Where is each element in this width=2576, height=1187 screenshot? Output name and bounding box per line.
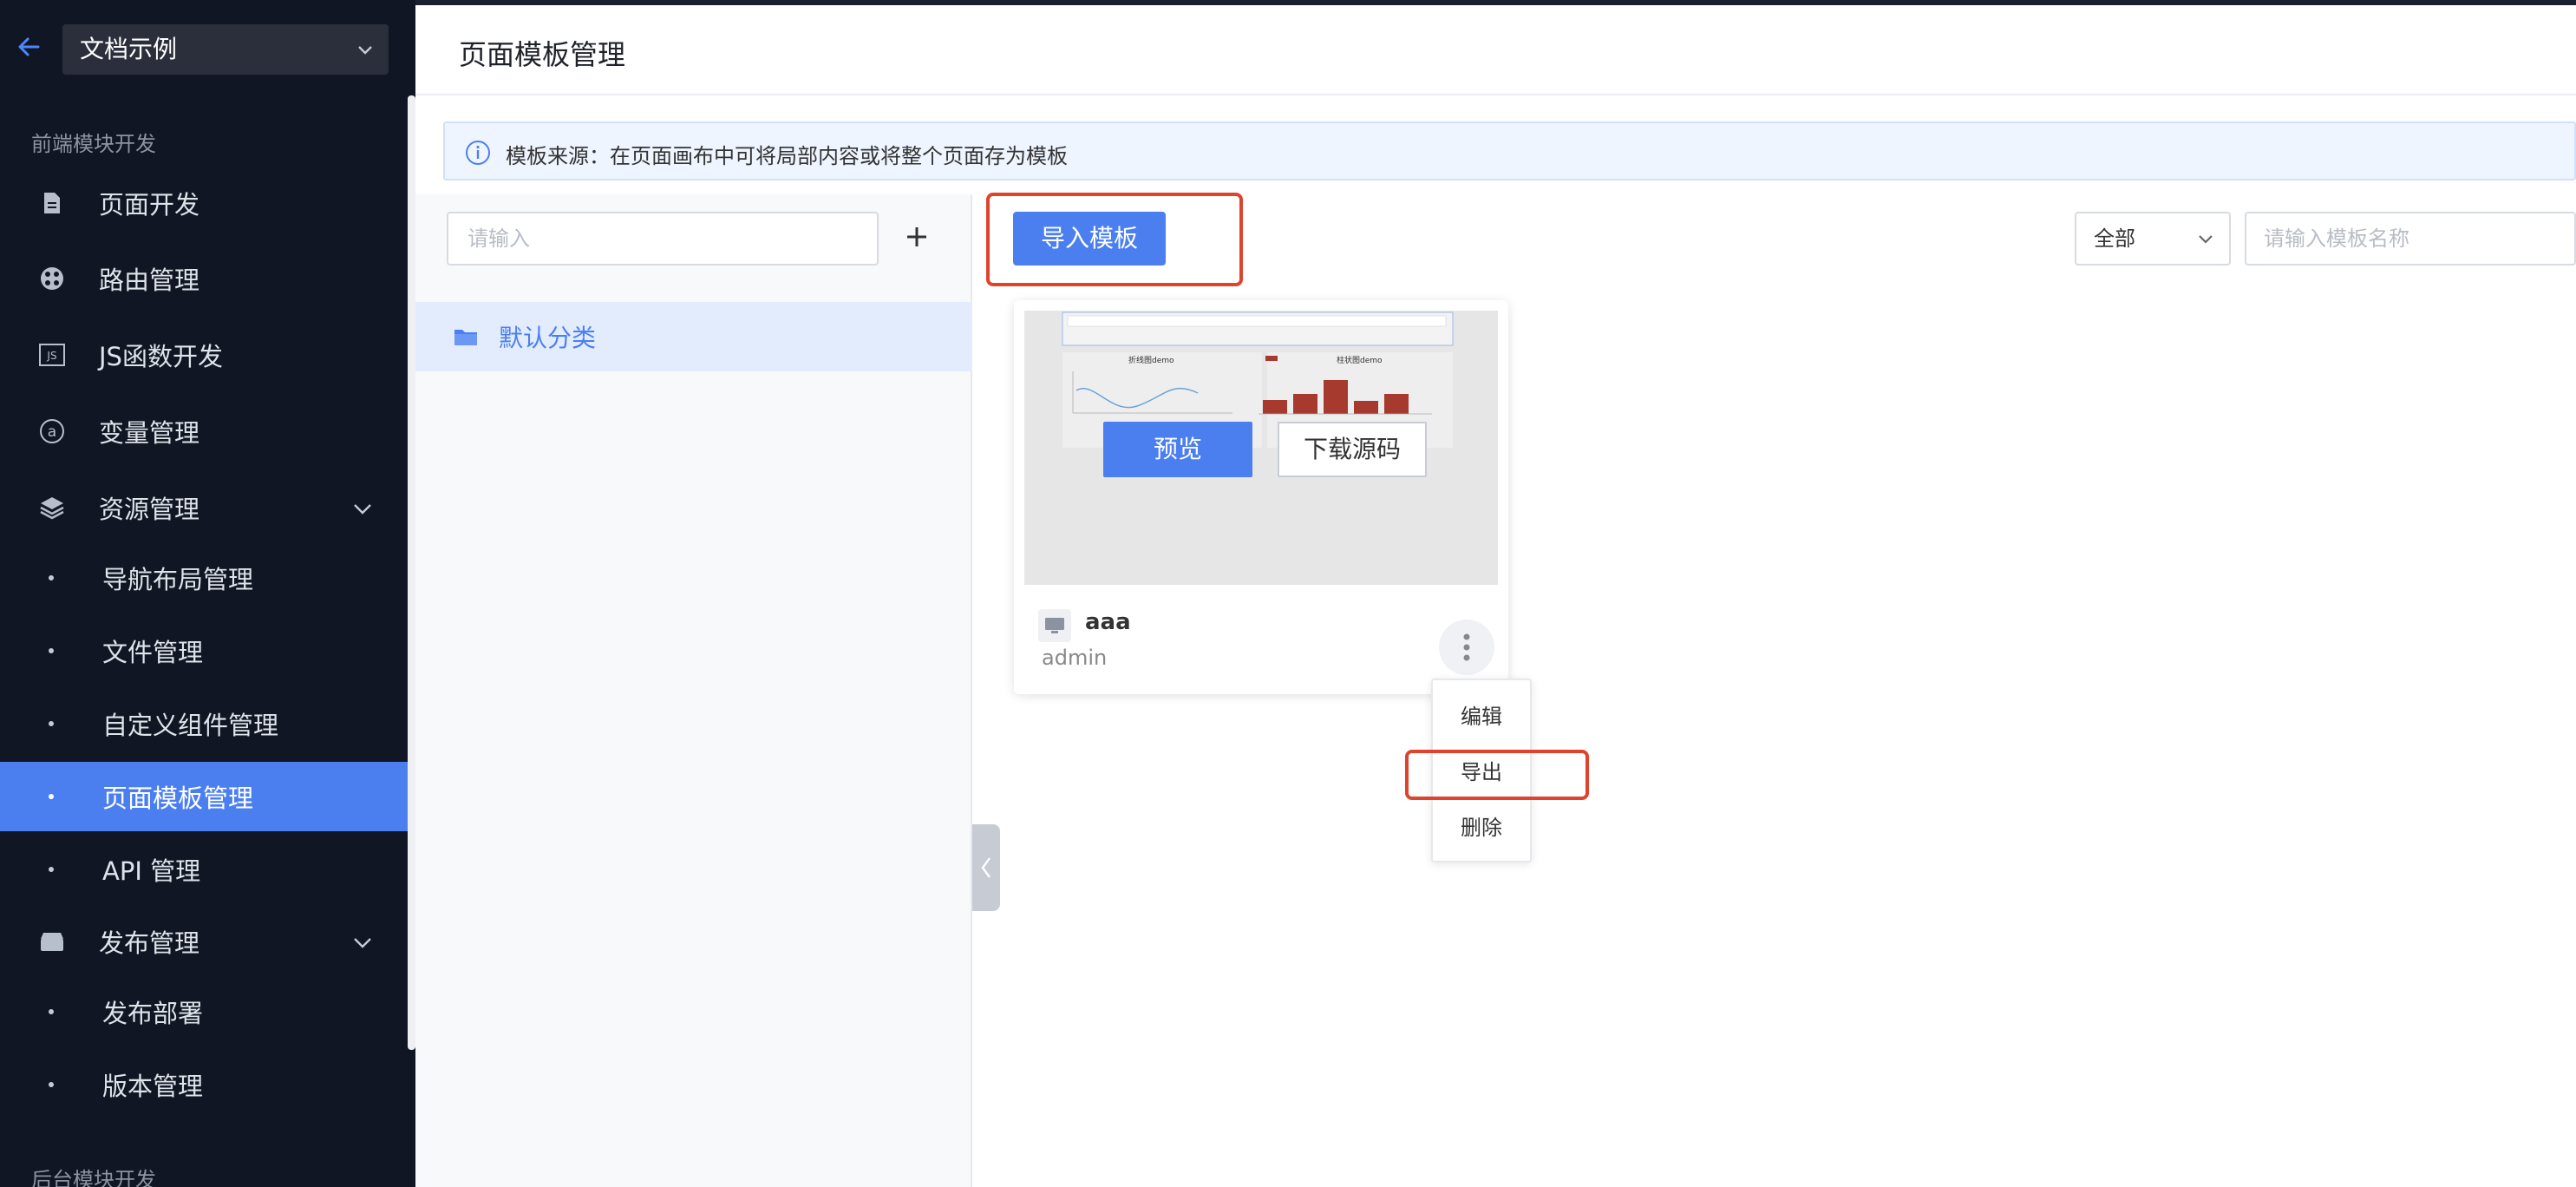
more-vertical-icon <box>1463 633 1470 661</box>
sidebar: 文档示例 前端模块开发 页面开发 路由管理 JS JS函数开发 a 变量管理 资… <box>0 0 415 1187</box>
template-name: aaa <box>1085 609 1131 635</box>
back-arrow-icon[interactable] <box>12 30 47 64</box>
highlight-export <box>1405 750 1589 800</box>
info-banner: 模板来源：在页面画布中可将局部内容或将整个页面存为模板 <box>443 121 2576 180</box>
bullet-icon <box>49 867 54 872</box>
sidebar-item-label: 页面开发 <box>99 190 200 220</box>
sidebar-item-label: 发布管理 <box>99 928 200 958</box>
plus-icon <box>907 227 926 246</box>
sidebar-subitem-label: 版本管理 <box>102 1072 204 1101</box>
sidebar-item-label: 变量管理 <box>99 418 200 448</box>
import-template-button[interactable]: 导入模板 <box>1013 212 1166 266</box>
bullet-icon <box>49 1082 54 1087</box>
sidebar-subitem-label: 发布部署 <box>102 999 204 1028</box>
section-backend-title: 后台模块开发 <box>31 1168 156 1187</box>
monitor-icon <box>1038 609 1071 642</box>
sidebar-scrollbar[interactable] <box>408 95 415 1050</box>
sidebar-subitem-deploy[interactable]: 发布部署 <box>0 977 408 1046</box>
sidebar-subitem-custom-components[interactable]: 自定义组件管理 <box>0 689 408 758</box>
thumbnail-preview-image: 折线图demo 柱状图demo <box>1024 311 1498 585</box>
app-root: 文档示例 前端模块开发 页面开发 路由管理 JS JS函数开发 a 变量管理 资… <box>0 0 2576 1187</box>
svg-text:a: a <box>48 423 56 441</box>
project-select-value: 文档示例 <box>80 35 178 63</box>
menu-item-delete[interactable]: 删除 <box>1433 800 1530 856</box>
sidebar-item-variables[interactable]: a 变量管理 <box>0 397 408 466</box>
page-header: 页面模板管理 <box>415 5 2576 95</box>
template-owner: admin <box>1042 646 1108 670</box>
js-icon: JS <box>36 339 68 371</box>
archive-icon <box>36 926 68 957</box>
chevron-down-icon <box>354 504 371 515</box>
at-icon: a <box>36 416 68 447</box>
sidebar-item-route[interactable]: 路由管理 <box>0 244 408 313</box>
document-icon <box>36 187 68 219</box>
project-select[interactable]: 文档示例 <box>62 24 389 75</box>
thumbnail-line-title: 折线图demo <box>1128 355 1174 365</box>
bullet-icon <box>49 575 54 580</box>
sidebar-subitem-nav-layout[interactable]: 导航布局管理 <box>0 543 408 613</box>
route-icon <box>36 263 68 294</box>
sidebar-item-label: 资源管理 <box>99 495 200 524</box>
sidebar-subitem-versions[interactable]: 版本管理 <box>0 1050 408 1119</box>
download-source-button[interactable]: 下载源码 <box>1278 422 1427 477</box>
layers-icon <box>36 492 68 523</box>
category-item-default[interactable]: 默认分类 <box>415 302 972 371</box>
category-search-input[interactable]: 请输入 <box>447 212 879 266</box>
template-thumbnail: 折线图demo 柱状图demo 预览 下载源码 <box>1024 311 1498 585</box>
bullet-icon <box>49 721 54 726</box>
category-label: 默认分类 <box>499 324 597 352</box>
chevron-left-icon <box>981 857 991 878</box>
chevron-down-icon <box>2199 235 2213 244</box>
folder-icon <box>454 330 477 345</box>
chevron-down-icon <box>358 46 372 55</box>
sidebar-subitem-page-templates[interactable]: 页面模板管理 <box>0 762 408 831</box>
sidebar-subitem-label: API 管理 <box>102 856 201 886</box>
bullet-icon <box>49 1009 54 1014</box>
bullet-icon <box>49 648 54 653</box>
add-category-button[interactable] <box>899 219 935 255</box>
sidebar-subitem-label: 自定义组件管理 <box>102 711 279 740</box>
sidebar-subitem-api[interactable]: API 管理 <box>0 835 408 904</box>
template-card[interactable]: 折线图demo 柱状图demo 预览 下载源码 aaa admin <box>1014 300 1508 694</box>
sidebar-item-label: JS函数开发 <box>99 342 223 371</box>
thumbnail-bar-title: 柱状图demo <box>1337 355 1383 365</box>
template-name-search-input[interactable]: 请输入模板名称 <box>2245 212 2576 266</box>
sidebar-item-js[interactable]: JS JS函数开发 <box>0 320 408 390</box>
more-actions-button[interactable] <box>1439 620 1494 675</box>
filter-select-value: 全部 <box>2094 226 2135 251</box>
template-filter-select[interactable]: 全部 <box>2075 212 2231 266</box>
sidebar-subitem-label: 页面模板管理 <box>102 784 254 813</box>
page-title: 页面模板管理 <box>459 38 626 71</box>
svg-text:JS: JS <box>46 350 56 362</box>
info-icon <box>466 141 490 165</box>
bullet-icon <box>49 794 54 799</box>
sidebar-subitem-label: 文件管理 <box>102 638 204 667</box>
info-text: 模板来源：在页面画布中可将局部内容或将整个页面存为模板 <box>506 144 1068 168</box>
sidebar-item-resources[interactable]: 资源管理 <box>0 473 408 542</box>
sidebar-subitem-files[interactable]: 文件管理 <box>0 616 408 685</box>
sidebar-item-label: 路由管理 <box>99 266 200 295</box>
sidebar-subitem-label: 导航布局管理 <box>102 565 254 594</box>
sidebar-item-page-dev[interactable]: 页面开发 <box>0 168 408 238</box>
menu-item-edit[interactable]: 编辑 <box>1433 689 1530 744</box>
chevron-down-icon <box>354 938 371 948</box>
sidebar-item-publish[interactable]: 发布管理 <box>0 907 408 976</box>
category-panel: 请输入 默认分类 <box>415 194 972 1187</box>
preview-button[interactable]: 预览 <box>1103 422 1252 477</box>
section-frontend-title: 前端模块开发 <box>31 132 156 156</box>
collapse-panel-button[interactable] <box>972 824 1000 911</box>
